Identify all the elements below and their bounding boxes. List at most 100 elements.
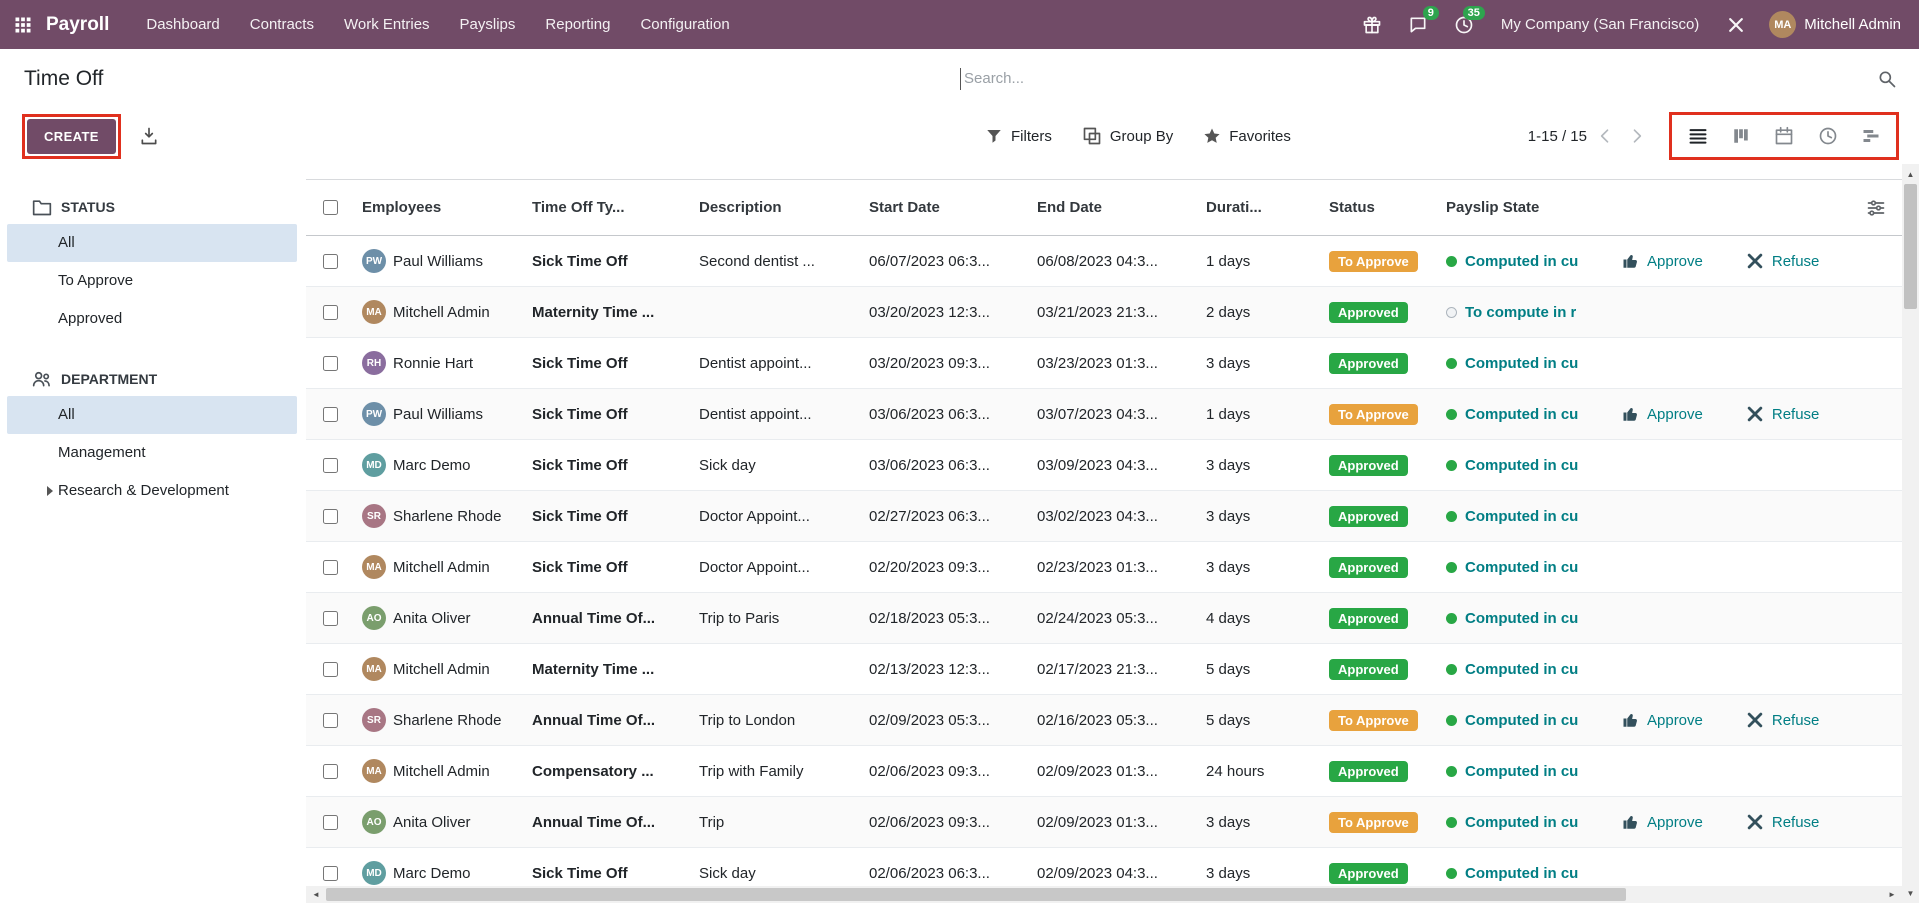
approve-button[interactable]: Approve [1622, 405, 1703, 423]
status-badge: Approved [1329, 608, 1408, 629]
table-row[interactable]: AO Anita Oliver Annual Time Of... Trip 0… [306, 797, 1902, 848]
tools-button[interactable] [1713, 0, 1759, 49]
row-checkbox[interactable] [323, 713, 338, 728]
company-switcher[interactable]: My Company (San Francisco) [1487, 0, 1713, 49]
column-header-duration[interactable]: Durati... [1198, 199, 1321, 216]
sidebar-item-department-management[interactable]: Management [7, 434, 297, 472]
apps-grid-icon [14, 16, 32, 34]
kanban-view-button[interactable] [1732, 127, 1750, 145]
start-date-cell: 02/20/2023 09:3... [861, 559, 1029, 576]
status-badge: Approved [1329, 455, 1408, 476]
horizontal-scrollbar[interactable]: ◄ ► [306, 886, 1902, 903]
favorites-button[interactable]: Favorites [1203, 127, 1291, 145]
column-header-description[interactable]: Description [691, 199, 861, 216]
employee-avatar: MA [362, 759, 386, 783]
column-header-status[interactable]: Status [1321, 199, 1438, 216]
activities-button[interactable]: 35 [1441, 0, 1487, 49]
row-checkbox[interactable] [323, 254, 338, 269]
time-off-type-cell: Annual Time Of... [524, 814, 691, 831]
refuse-button[interactable]: Refuse [1745, 404, 1820, 424]
row-checkbox[interactable] [323, 764, 338, 779]
scroll-left-arrow[interactable]: ◄ [308, 886, 324, 903]
user-avatar[interactable]: MA [1769, 11, 1796, 38]
row-checkbox[interactable] [323, 560, 338, 575]
user-menu[interactable]: Mitchell Admin [1804, 16, 1919, 33]
payslip-state-cell: Computed in cu [1465, 457, 1578, 474]
sidebar-item-status-approved[interactable]: Approved [7, 300, 297, 338]
table-row[interactable]: MD Marc Demo Sick Time Off Sick day 03/0… [306, 440, 1902, 491]
calendar-view-button[interactable] [1774, 126, 1794, 146]
row-checkbox[interactable] [323, 866, 338, 881]
sidebar-item-status-all[interactable]: All [7, 224, 297, 262]
pager-previous-button[interactable] [1591, 126, 1619, 146]
vertical-scrollbar-thumb[interactable] [1904, 184, 1917, 309]
table-row[interactable]: PW Paul Williams Sick Time Off Dentist a… [306, 389, 1902, 440]
row-checkbox[interactable] [323, 356, 338, 371]
app-name[interactable]: Payroll [46, 14, 109, 36]
column-header-end-date[interactable]: End Date [1029, 199, 1198, 216]
scroll-down-arrow[interactable]: ▼ [1902, 885, 1919, 901]
column-header-employees[interactable]: Employees [354, 199, 524, 216]
nav-item-reporting[interactable]: Reporting [530, 0, 625, 49]
row-checkbox[interactable] [323, 407, 338, 422]
sidebar-item-department-rnd[interactable]: Research & Development [7, 472, 297, 510]
nav-item-work-entries[interactable]: Work Entries [329, 0, 445, 49]
messages-button[interactable]: 9 [1395, 0, 1441, 49]
table-row[interactable]: MA Mitchell Admin Compensatory ... Trip … [306, 746, 1902, 797]
table-row[interactable]: MA Mitchell Admin Maternity Time ... 02/… [306, 644, 1902, 695]
apps-menu-button[interactable] [0, 0, 46, 49]
refuse-button[interactable]: Refuse [1745, 812, 1820, 832]
gantt-view-button[interactable] [1862, 127, 1880, 145]
pager-next-button[interactable] [1623, 126, 1651, 146]
row-checkbox[interactable] [323, 815, 338, 830]
search-input[interactable] [960, 68, 1869, 90]
vertical-scrollbar[interactable]: ▲ ▼ [1902, 164, 1919, 903]
nav-item-configuration[interactable]: Configuration [625, 0, 744, 49]
filters-button[interactable]: Filters [985, 127, 1052, 145]
approve-button[interactable]: Approve [1622, 813, 1703, 831]
scroll-right-arrow[interactable]: ► [1884, 886, 1900, 903]
end-date-cell: 02/24/2023 05:3... [1029, 610, 1198, 627]
create-button[interactable]: CREATE [27, 119, 116, 154]
nav-item-contracts[interactable]: Contracts [235, 0, 329, 49]
scroll-up-arrow[interactable]: ▲ [1902, 166, 1919, 182]
nav-item-dashboard[interactable]: Dashboard [131, 0, 234, 49]
row-checkbox[interactable] [323, 611, 338, 626]
row-checkbox[interactable] [323, 662, 338, 677]
employee-name: Ronnie Hart [393, 355, 473, 372]
row-checkbox[interactable] [323, 305, 338, 320]
approve-button[interactable]: Approve [1622, 711, 1703, 729]
activity-view-button[interactable] [1818, 126, 1838, 146]
duration-cell: 5 days [1198, 712, 1321, 729]
table-row[interactable]: RH Ronnie Hart Sick Time Off Dentist app… [306, 338, 1902, 389]
approve-button[interactable]: Approve [1622, 252, 1703, 270]
group-by-button[interactable]: Group By [1082, 126, 1173, 146]
table-row[interactable]: SR Sharlene Rhode Sick Time Off Doctor A… [306, 491, 1902, 542]
column-header-payslip-state[interactable]: Payslip State [1438, 199, 1606, 216]
sidebar-item-status-to-approve[interactable]: To Approve [7, 262, 297, 300]
search-icon[interactable] [1877, 69, 1897, 89]
refuse-button[interactable]: Refuse [1745, 251, 1820, 271]
table-row[interactable]: PW Paul Williams Sick Time Off Second de… [306, 236, 1902, 287]
employee-avatar: SR [362, 708, 386, 732]
optional-columns-button[interactable] [1866, 198, 1886, 218]
caret-right-icon[interactable] [47, 486, 53, 496]
horizontal-scrollbar-thumb[interactable] [326, 888, 1626, 901]
table-row[interactable]: AO Anita Oliver Annual Time Of... Trip t… [306, 593, 1902, 644]
column-header-start-date[interactable]: Start Date [861, 199, 1029, 216]
export-button[interactable] [139, 126, 159, 146]
select-all-checkbox[interactable] [323, 200, 338, 215]
row-checkbox[interactable] [323, 458, 338, 473]
row-checkbox[interactable] [323, 509, 338, 524]
nav-item-payslips[interactable]: Payslips [445, 0, 531, 49]
table-row[interactable]: MA Mitchell Admin Sick Time Off Doctor A… [306, 542, 1902, 593]
end-date-cell: 02/17/2023 21:3... [1029, 661, 1198, 678]
list-view-button[interactable] [1688, 126, 1708, 146]
gift-button[interactable] [1349, 0, 1395, 49]
sidebar-item-department-all[interactable]: All [7, 396, 297, 434]
download-icon [139, 126, 159, 146]
column-header-time-off-type[interactable]: Time Off Ty... [524, 199, 691, 216]
refuse-button[interactable]: Refuse [1745, 710, 1820, 730]
table-row[interactable]: SR Sharlene Rhode Annual Time Of... Trip… [306, 695, 1902, 746]
table-row[interactable]: MA Mitchell Admin Maternity Time ... 03/… [306, 287, 1902, 338]
